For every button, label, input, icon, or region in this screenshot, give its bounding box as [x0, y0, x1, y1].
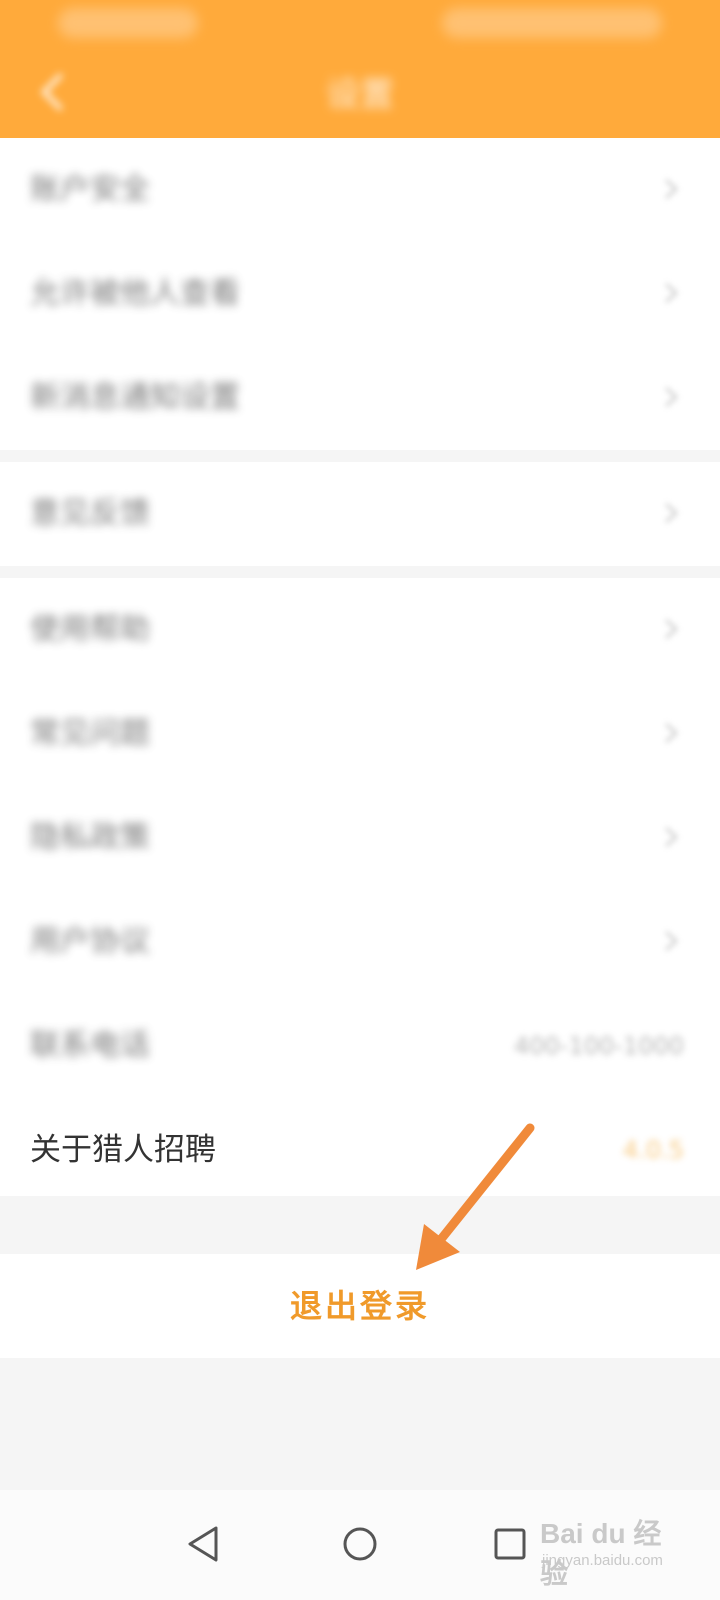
row-label: 用户协议	[30, 924, 150, 959]
settings-group-account: 账户安全 允许被他人查看 新消息通知设置	[0, 138, 720, 450]
settings-row-faq[interactable]: 常见问题	[0, 682, 720, 786]
settings-row-account-security[interactable]: 账户安全	[0, 138, 720, 242]
row-label: 新消息通知设置	[30, 380, 240, 415]
logout-button[interactable]: 退出登录	[0, 1254, 720, 1358]
chevron-right-icon	[664, 386, 679, 408]
chevron-right-icon	[664, 618, 679, 640]
settings-row-about[interactable]: 关于猎人招聘 4.0.5	[0, 1098, 720, 1202]
page-title: 设置	[326, 75, 394, 115]
row-label: 使用帮助	[30, 612, 150, 647]
settings-group-feedback: 意见反馈	[0, 462, 720, 566]
settings-row-notifications[interactable]: 新消息通知设置	[0, 346, 720, 450]
row-label: 隐私政策	[30, 820, 150, 855]
chevron-left-icon[interactable]	[30, 66, 74, 118]
baidu-jingyan-watermark: Bai du 经验 jingyan.baidu.com	[530, 1492, 680, 1589]
chevron-right-icon	[664, 178, 679, 200]
row-label: 允许被他人查看	[30, 276, 240, 311]
chevron-right-icon	[664, 722, 679, 744]
logout-label: 退出登录	[289, 1287, 430, 1325]
settings-group-help: 使用帮助 常见问题 隐私政策 用户协议 联系电话 400-100-1000 关于…	[0, 578, 720, 1196]
chevron-right-icon	[664, 930, 679, 952]
annotation-arrow-icon	[416, 1123, 535, 1270]
row-label: 联系电话	[30, 1028, 150, 1063]
circle-home-icon[interactable]	[328, 1512, 392, 1576]
version-number: 4.0.5	[622, 1136, 684, 1164]
status-left-blurred	[58, 8, 198, 38]
chevron-right-icon	[664, 282, 679, 304]
settings-row-privacy[interactable]: 隐私政策	[0, 786, 720, 890]
row-label: 常见问题	[30, 716, 150, 751]
app-header: 设置	[0, 0, 720, 138]
settings-row-feedback[interactable]: 意见反馈	[0, 462, 720, 566]
row-label-about: 关于猎人招聘	[30, 1132, 216, 1168]
settings-row-agreement[interactable]: 用户协议	[0, 890, 720, 994]
status-bar	[0, 0, 720, 50]
chevron-right-icon	[664, 826, 679, 848]
settings-row-help[interactable]: 使用帮助	[0, 578, 720, 682]
status-right-blurred	[442, 8, 662, 38]
row-label: 意见反馈	[30, 496, 150, 531]
row-label: 账户安全	[30, 172, 150, 207]
settings-row-visibility[interactable]: 允许被他人查看	[0, 242, 720, 346]
triangle-back-icon[interactable]	[172, 1512, 236, 1576]
watermark-url: jingyan.baidu.com	[542, 1552, 663, 1569]
settings-row-phone[interactable]: 联系电话 400-100-1000	[0, 994, 720, 1098]
chevron-right-icon	[664, 502, 679, 524]
phone-number: 400-100-1000	[513, 1032, 684, 1060]
